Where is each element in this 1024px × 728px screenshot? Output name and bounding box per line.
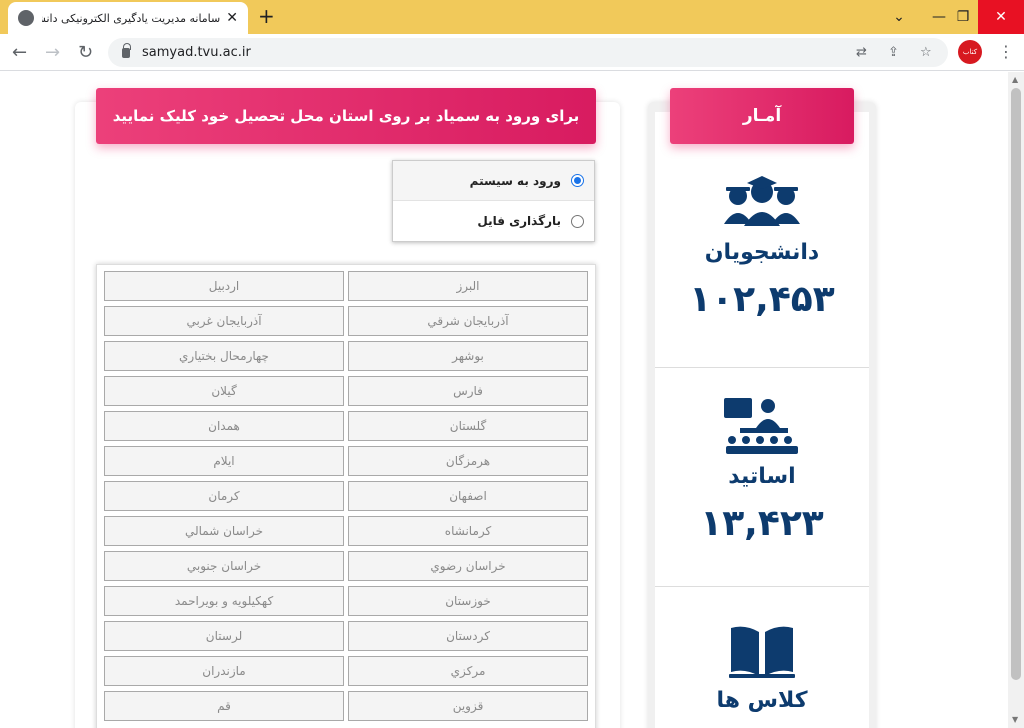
book-icon xyxy=(729,626,795,678)
province-button[interactable]: قم xyxy=(104,691,344,721)
province-button[interactable]: خوزستان xyxy=(348,586,588,616)
address-bar[interactable]: samyad.tvu.ac.ir ⇄ ⇪ ☆ xyxy=(108,38,948,67)
radio-label-login: ورود به سیستم xyxy=(469,173,561,188)
browser-tab[interactable]: سامانه مدیریت یادگیری الکترونیکی دانشگاه… xyxy=(8,2,248,34)
lock-icon[interactable] xyxy=(122,42,131,58)
province-button[interactable]: مازندران xyxy=(104,656,344,686)
stats-title: آمـار xyxy=(742,106,782,126)
teachers-label: اساتید xyxy=(728,464,796,489)
bookmark-star-icon[interactable]: ☆ xyxy=(920,45,934,60)
province-button[interactable]: خراسان رضوي xyxy=(348,551,588,581)
province-button[interactable]: لرستان xyxy=(104,621,344,651)
students-label: دانشجویان xyxy=(704,240,820,265)
browser-toolbar: ← → ↻ samyad.tvu.ac.ir ⇄ ⇪ ☆ کتاب ⋮ xyxy=(0,34,1024,71)
students-icon xyxy=(724,176,800,226)
browser-tabbar: سامانه مدیریت یادگیری الکترونیکی دانشگاه… xyxy=(0,0,1024,34)
tab-close-icon[interactable]: ✕ xyxy=(226,10,238,26)
stats-banner: آمـار xyxy=(670,88,854,144)
radio-option-login[interactable]: ورود به سیستم xyxy=(393,161,594,201)
scroll-down-icon[interactable]: ▼ xyxy=(1012,715,1018,724)
province-button[interactable]: اصفهان xyxy=(348,481,588,511)
radio-option-upload[interactable]: بارگذاری فایل xyxy=(393,201,594,241)
classes-label: کلاس ها xyxy=(716,688,808,713)
stats-divider-2 xyxy=(655,586,869,587)
province-button[interactable]: گلستان xyxy=(348,411,588,441)
classes-stat: کلاس ها xyxy=(655,624,869,713)
radio-label-upload: بارگذاری فایل xyxy=(477,214,561,228)
scrollbar-thumb[interactable] xyxy=(1011,88,1021,680)
students-stat: دانشجویان ۱۰۲,۴۵۳ xyxy=(655,176,869,320)
province-button[interactable]: كرمان xyxy=(104,481,344,511)
province-button[interactable]: مركزي xyxy=(348,656,588,686)
province-button[interactable]: همدان xyxy=(104,411,344,441)
stats-divider-1 xyxy=(655,367,869,368)
window-close-button[interactable]: ✕ xyxy=(978,0,1024,34)
banner-text: برای ورود به سمیاد بر روی استان محل تحصی… xyxy=(112,107,580,125)
globe-icon xyxy=(18,10,34,26)
province-button[interactable]: بوشهر xyxy=(348,341,588,371)
reload-icon[interactable]: ↻ xyxy=(78,42,93,63)
teachers-icon xyxy=(724,398,798,454)
extension-label: کتاب xyxy=(962,48,978,56)
province-button[interactable]: خراسان جنوبي xyxy=(104,551,344,581)
province-grid: البرز اردبیل آذربایجان شرقي آذربايجان غربي ب… xyxy=(101,271,591,721)
forward-arrow-icon[interactable]: → xyxy=(45,42,60,63)
menu-kebab-icon[interactable]: ⋮ xyxy=(998,42,1014,61)
tab-title: سامانه مدیریت یادگیری الکترونیکی دانشگاه… xyxy=(42,11,221,25)
extension-icon[interactable]: کتاب xyxy=(958,40,982,64)
province-button[interactable]: كردستان xyxy=(348,621,588,651)
login-banner: برای ورود به سمیاد بر روی استان محل تحصی… xyxy=(96,88,596,144)
province-button[interactable]: اردبیل xyxy=(104,271,344,301)
scroll-up-icon[interactable]: ▲ xyxy=(1012,75,1018,84)
translate-icon[interactable]: ⇄ xyxy=(856,45,870,60)
province-button[interactable]: آذربايجان غربي xyxy=(104,306,344,336)
mode-radio-group: ورود به سیستم بارگذاری فایل xyxy=(392,160,595,242)
page-content: برای ورود به سمیاد بر روی استان محل تحصی… xyxy=(0,72,1008,728)
province-button[interactable]: كهكيلويه و بويراحمد xyxy=(104,586,344,616)
radio-login[interactable] xyxy=(571,174,584,187)
radio-upload[interactable] xyxy=(571,214,584,228)
province-button[interactable]: البرز xyxy=(348,271,588,301)
new-tab-button[interactable]: + xyxy=(258,4,275,28)
province-button[interactable]: گيلان xyxy=(104,376,344,406)
province-button[interactable]: هرمزگان xyxy=(348,446,588,476)
province-button[interactable]: كرمانشاه xyxy=(348,516,588,546)
province-list: البرز اردبیل آذربایجان شرقي آذربايجان غربي ب… xyxy=(96,264,596,728)
teachers-value: ۱۳,۴۲۳ xyxy=(700,503,824,544)
url-text[interactable]: samyad.tvu.ac.ir xyxy=(142,45,251,60)
share-icon[interactable]: ⇪ xyxy=(888,45,902,60)
province-button[interactable]: ايلام xyxy=(104,446,344,476)
teachers-stat: اساتید ۱۳,۴۲۳ xyxy=(655,396,869,544)
province-button[interactable]: فارس xyxy=(348,376,588,406)
province-button[interactable]: خراسان شمالي xyxy=(104,516,344,546)
province-button[interactable]: آذربایجان شرقي xyxy=(348,306,588,336)
students-value: ۱۰۲,۴۵۳ xyxy=(689,279,835,320)
back-arrow-icon[interactable]: ← xyxy=(12,42,27,63)
province-button[interactable]: قزوين xyxy=(348,691,588,721)
province-button[interactable]: چهارمحال بختياري xyxy=(104,341,344,371)
page-scrollbar[interactable]: ▲ ▼ xyxy=(1008,72,1024,728)
